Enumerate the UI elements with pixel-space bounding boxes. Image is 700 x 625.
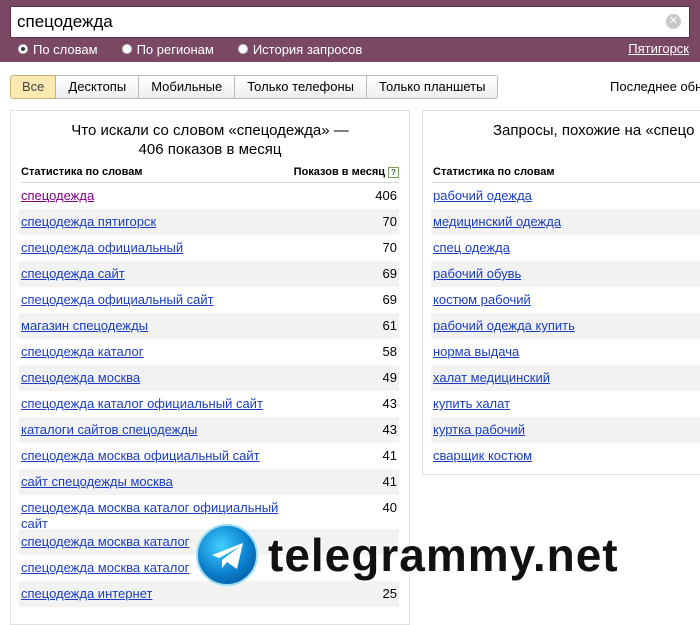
col-words-header: Статистика по словам: [433, 166, 555, 178]
search-input[interactable]: [17, 11, 657, 33]
col-shows-header: Показов в месяц ?: [294, 166, 399, 178]
device-tabs: Все Десктопы Мобильные Только телефоны Т…: [10, 75, 499, 99]
col-words-header: Статистика по словам: [21, 166, 143, 178]
tab-desktops[interactable]: Десктопы: [56, 75, 140, 99]
phrase-link[interactable]: рабочий одежда купить: [433, 318, 575, 334]
show-count: 69: [382, 266, 397, 281]
table-row: каталоги сайтов спецодежды 43: [19, 417, 399, 443]
table-row: спецодежда каталог 58: [19, 339, 399, 365]
phrase-link[interactable]: куртка рабочий: [433, 422, 525, 438]
phrase-link[interactable]: рабочий одежда: [433, 188, 532, 204]
table-row: сайт спецодежды москва 41: [19, 469, 399, 495]
table-row: рабочий одежда купить: [431, 313, 700, 339]
tab-tablets-only[interactable]: Только планшеты: [367, 75, 499, 99]
mode-by-words[interactable]: По словам: [18, 42, 98, 57]
table-row: куртка рабочий: [431, 417, 700, 443]
phrase-link[interactable]: спецодежда москва: [21, 370, 140, 386]
table-row: спецодежда официальный сайт 69: [19, 287, 399, 313]
mode-label: По словам: [33, 41, 98, 57]
watermark-text: telegrammy.net: [267, 528, 619, 582]
table-row: спецодежда 406: [19, 183, 399, 209]
phrase-link[interactable]: сварщик костюм: [433, 448, 532, 464]
help-icon[interactable]: ?: [388, 166, 399, 178]
table-row: спецодежда каталог официальный сайт 43: [19, 391, 399, 417]
phrase-link[interactable]: спецодежда москва каталог: [21, 534, 189, 550]
phrase-link[interactable]: халат медицинский: [433, 370, 550, 386]
table-row: спецодежда официальный 70: [19, 235, 399, 261]
left-panel-title: Что искали со словом «спецодежда» — 406 …: [71, 122, 349, 158]
show-count: 70: [382, 214, 397, 229]
phrase-link[interactable]: спецодежда сайт: [21, 266, 125, 282]
right-panel-title: Запросы, похожие на «спецо: [493, 122, 695, 139]
show-count: 40: [382, 500, 397, 515]
table-row: костюм рабочий: [431, 287, 700, 313]
search-header: ✕ По словам По регионам История запросов…: [0, 0, 700, 62]
clear-icon[interactable]: ✕: [666, 14, 681, 29]
telegram-icon: [196, 524, 258, 586]
phrase-link[interactable]: медицинский одежда: [433, 214, 561, 230]
table-row: спецодежда москва официальный сайт 41: [19, 443, 399, 469]
phrase-link[interactable]: спецодежда официальный: [21, 240, 183, 256]
phrase-link[interactable]: спецодежда москва каталог: [21, 560, 189, 576]
radio-icon[interactable]: [121, 44, 132, 54]
col-shows-label: Показов в месяц: [293, 166, 385, 178]
phrase-link[interactable]: спецодежда каталог официальный сайт: [21, 396, 263, 412]
table-header: Статистика по словам Показов в месяц ?: [21, 166, 399, 183]
phrase-link[interactable]: спецодежда официальный сайт: [21, 292, 214, 308]
phrase-link[interactable]: купить халат: [433, 396, 510, 412]
search-box: ✕: [10, 6, 690, 38]
show-count: 41: [382, 474, 397, 489]
table-row: спец одежда: [431, 235, 700, 261]
radio-icon[interactable]: [18, 44, 28, 54]
phrase-link[interactable]: спецодежда интернет: [21, 586, 152, 602]
table-row: сварщик костюм: [431, 443, 700, 469]
show-count: 69: [382, 292, 397, 307]
region-link[interactable]: Пятигорск: [628, 41, 689, 56]
show-count: 406: [375, 188, 397, 203]
phrase-link[interactable]: сайт спецодежды москва: [21, 474, 173, 490]
table-row: норма выдача: [431, 339, 700, 365]
table-row: магазин спецодежды 61: [19, 313, 399, 339]
table-row: спецодежда пятигорск 70: [19, 209, 399, 235]
show-count: 43: [382, 396, 397, 411]
table-row: рабочий обувь: [431, 261, 700, 287]
table-row: рабочий одежда: [431, 183, 700, 209]
search-mode-group: По словам По регионам История запросов: [18, 41, 386, 57]
show-count: 49: [382, 370, 397, 385]
mode-label: По регионам: [136, 41, 214, 57]
table-row: купить халат: [431, 391, 700, 417]
tab-mobile[interactable]: Мобильные: [139, 75, 236, 99]
show-count: 25: [382, 586, 397, 601]
tab-all[interactable]: Все: [10, 75, 57, 99]
phrase-link[interactable]: костюм рабочий: [433, 292, 531, 308]
radio-icon[interactable]: [237, 44, 248, 54]
phrase-link[interactable]: рабочий обувь: [433, 266, 521, 282]
phrase-link[interactable]: магазин спецодежды: [21, 318, 148, 334]
last-updated-label: Последнее обн: [610, 79, 700, 94]
right-panel: Запросы, похожие на «спецо Статистика по…: [422, 110, 700, 475]
phrase-link[interactable]: спецодежда каталог: [21, 344, 143, 360]
show-count: 41: [382, 448, 397, 463]
phrase-link[interactable]: спецодежда: [21, 188, 94, 204]
show-count: 43: [382, 422, 397, 437]
show-count: 61: [382, 318, 397, 333]
phrase-link[interactable]: спецодежда пятигорск: [21, 214, 156, 230]
tab-phones-only[interactable]: Только телефоны: [235, 75, 368, 99]
show-count: 58: [382, 344, 397, 359]
phrase-link[interactable]: спецодежда москва официальный сайт: [21, 448, 260, 464]
table-row: спецодежда москва 49: [19, 365, 399, 391]
watermark: telegrammy.net: [196, 524, 619, 586]
phrase-link[interactable]: каталоги сайтов спецодежды: [21, 422, 197, 438]
table-row: медицинский одежда: [431, 209, 700, 235]
table-row: халат медицинский: [431, 365, 700, 391]
phrase-link[interactable]: норма выдача: [433, 344, 519, 360]
mode-history[interactable]: История запросов: [237, 41, 363, 57]
table-header: Статистика по словам: [433, 166, 700, 183]
phrase-link[interactable]: спец одежда: [433, 240, 510, 256]
show-count: 70: [382, 240, 397, 255]
mode-by-regions[interactable]: По регионам: [121, 41, 214, 57]
table-row: спецодежда сайт 69: [19, 261, 399, 287]
mode-label: История запросов: [252, 41, 363, 57]
